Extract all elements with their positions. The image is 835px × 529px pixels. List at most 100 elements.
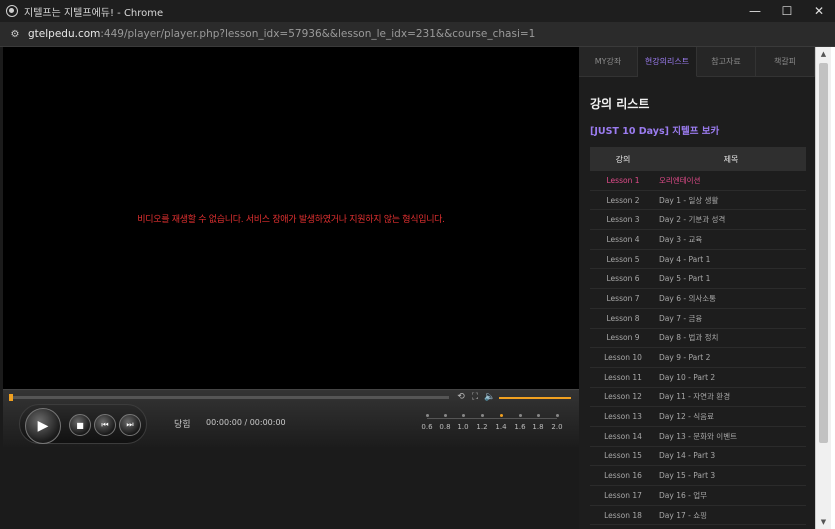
seek-handle[interactable]	[9, 394, 13, 401]
row-title: Day 8 - 법과 정치	[659, 333, 719, 343]
table-row[interactable]: Lesson 15 Day 14 - Part 3	[590, 447, 806, 467]
tab-my-courses[interactable]: MY강좌	[579, 47, 638, 77]
player-controls: ⟲ ⛶ 🔈 ▶ ■ ⏮ ⏭ 당힘 00:00:00 / 00:00:00 0.6…	[3, 389, 579, 447]
time-readout: 00:00:00 / 00:00:00	[206, 418, 286, 427]
table-row[interactable]: Lesson 5 Day 4 - Part 1	[590, 250, 806, 270]
app-icon	[6, 5, 18, 17]
scroll-thumb[interactable]	[819, 63, 828, 443]
close-button[interactable]: ✕	[803, 0, 835, 22]
fullscreen-icon[interactable]: ⛶	[470, 392, 480, 402]
row-title: Day 3 - 교육	[659, 234, 703, 244]
row-lesson: Lesson 9	[606, 333, 640, 343]
row-title: Day 5 - Part 1	[659, 274, 711, 284]
site-settings-icon[interactable]: ⚙	[8, 27, 22, 41]
speed-option[interactable]: 2.0	[547, 414, 567, 431]
table-row[interactable]: Lesson 17 Day 16 - 업무	[590, 486, 806, 506]
speed-option[interactable]: 0.8	[435, 414, 455, 431]
play-button[interactable]: ▶	[25, 408, 61, 444]
url-path: :449/player/player.php?lesson_idx=57936&…	[100, 28, 536, 40]
row-title: Day 14 - Part 3	[659, 451, 716, 461]
side-tabs: MY강좌 현강의리스트 참고자료 책갈피	[579, 47, 815, 77]
window-title: 지텔프는 지텔프에듀! - Chrome	[24, 7, 164, 19]
table-row[interactable]: Lesson 14 Day 13 - 문화와 이벤트	[590, 427, 806, 447]
row-lesson: Lesson 13	[604, 412, 642, 422]
table-row[interactable]: Lesson 7 Day 6 - 의사소통	[590, 289, 806, 309]
skip-back-icon: ⏮	[101, 420, 109, 429]
table-row[interactable]: Lesson 16 Day 15 - Part 3	[590, 466, 806, 486]
table-row[interactable]: Lesson 11 Day 10 - Part 2	[590, 368, 806, 388]
table-row[interactable]: Lesson 6 Day 5 - Part 1	[590, 269, 806, 290]
video-error-message: 비디오를 재생할 수 없습니다. 서비스 장애가 발생하였거나 지원하지 않는 …	[137, 215, 445, 225]
volume-slider[interactable]	[499, 397, 571, 399]
skip-forward-button[interactable]: ⏭	[119, 414, 141, 436]
speed-option[interactable]: 1.8	[528, 414, 548, 431]
table-row[interactable]: Lesson 12 Day 11 - 자연과 환경	[590, 388, 806, 408]
row-lesson: Lesson 12	[604, 392, 642, 402]
row-lesson: Lesson 5	[606, 254, 640, 264]
row-title: Day 15 - Part 3	[659, 471, 716, 481]
row-lesson: Lesson 1	[606, 175, 640, 185]
tab-references[interactable]: 참고자료	[697, 47, 756, 77]
speed-option-active[interactable]: 1.4	[491, 414, 511, 431]
table-row[interactable]: Lesson 9 Day 8 - 법과 정치	[590, 329, 806, 349]
scroll-down-icon[interactable]: ▼	[816, 515, 831, 529]
row-lesson: Lesson 10	[604, 353, 642, 363]
side-panel: MY강좌 현강의리스트 참고자료 책갈피 강의 리스트 [JUST 10 Day…	[579, 47, 815, 529]
table-row[interactable]: Lesson 2 Day 1 - 일상 생활	[590, 191, 806, 211]
row-lesson: Lesson 6	[606, 274, 640, 284]
skip-forward-icon: ⏭	[126, 420, 134, 429]
row-title: Day 9 - Part 2	[659, 353, 711, 363]
row-lesson: Lesson 3	[606, 215, 640, 225]
table-row[interactable]: Lesson 3 Day 2 - 기분과 성격	[590, 210, 806, 231]
speed-option[interactable]: 0.6	[417, 414, 437, 431]
row-lesson: Lesson 2	[606, 195, 640, 205]
tab-bookmarks[interactable]: 책갈피	[756, 47, 815, 77]
minimize-button[interactable]: —	[739, 0, 771, 22]
speed-selector: 0.6 0.8 1.0 1.2 1.4 1.6 1.8 2.0	[417, 414, 567, 438]
repeat-icon[interactable]: ⟲	[456, 392, 466, 402]
scroll-up-icon[interactable]: ▲	[816, 47, 831, 61]
tab-lecture-list[interactable]: 현강의리스트	[638, 47, 697, 77]
row-title: Day 16 - 업무	[659, 490, 708, 500]
speed-option[interactable]: 1.0	[453, 414, 473, 431]
scrollbar[interactable]: ▲ ▼	[815, 47, 831, 529]
row-lesson: Lesson 16	[604, 471, 642, 481]
table-header: 강의 제목	[590, 147, 806, 171]
row-title: Day 12 - 식음료	[659, 412, 714, 422]
table-row[interactable]: Lesson 10 Day 9 - Part 2	[590, 348, 806, 368]
stop-button[interactable]: ■	[69, 414, 91, 436]
background-window-edge	[831, 47, 835, 529]
row-lesson: Lesson 7	[606, 293, 640, 303]
skip-back-button[interactable]: ⏮	[94, 414, 116, 436]
speed-option[interactable]: 1.2	[472, 414, 492, 431]
row-lesson: Lesson 4	[606, 234, 640, 244]
table-row[interactable]: Lesson 4 Day 3 - 교육	[590, 230, 806, 250]
row-title: Day 1 - 일상 생활	[659, 195, 719, 205]
row-title: Day 11 - 자연과 환경	[659, 392, 731, 402]
header-lesson: 강의	[615, 154, 631, 164]
table-row[interactable]: Lesson 8 Day 7 - 금융	[590, 309, 806, 329]
maximize-button[interactable]: ☐	[771, 0, 803, 22]
row-title: 오리엔테이션	[659, 175, 701, 185]
play-icon: ▶	[37, 418, 49, 434]
row-title: Day 13 - 문화와 이벤트	[659, 431, 737, 441]
side-heading: 강의 리스트	[590, 97, 650, 111]
video-area[interactable]: 비디오를 재생할 수 없습니다. 서비스 장애가 발생하였거나 지원하지 않는 …	[3, 47, 579, 389]
player-page: 비디오를 재생할 수 없습니다. 서비스 장애가 발생하였거나 지원하지 않는 …	[3, 47, 831, 529]
row-lesson: Lesson 15	[604, 451, 642, 461]
address-bar[interactable]: ⚙ gtelpedu.com :449/player/player.php?le…	[0, 22, 835, 47]
window-titlebar: 지텔프는 지텔프에듀! - Chrome — ☐ ✕	[0, 0, 835, 22]
course-name: [JUST 10 Days] 지텔프 보카	[590, 126, 720, 137]
row-lesson: Lesson 8	[606, 313, 640, 323]
header-title: 제목	[723, 154, 739, 164]
row-title: Day 4 - Part 1	[659, 254, 711, 264]
table-row[interactable]: Lesson 1 오리엔테이션	[590, 171, 806, 191]
volume-icon[interactable]: 🔈	[484, 392, 495, 402]
seek-bar[interactable]	[9, 394, 449, 401]
speed-option[interactable]: 1.6	[510, 414, 530, 431]
repeat-label[interactable]: 당힘	[174, 417, 191, 430]
table-row[interactable]: Lesson 13 Day 12 - 식음료	[590, 407, 806, 427]
row-lesson: Lesson 14	[604, 431, 642, 441]
table-row[interactable]: Lesson 18 Day 17 - 쇼핑	[590, 506, 806, 526]
row-lesson: Lesson 18	[604, 510, 642, 520]
